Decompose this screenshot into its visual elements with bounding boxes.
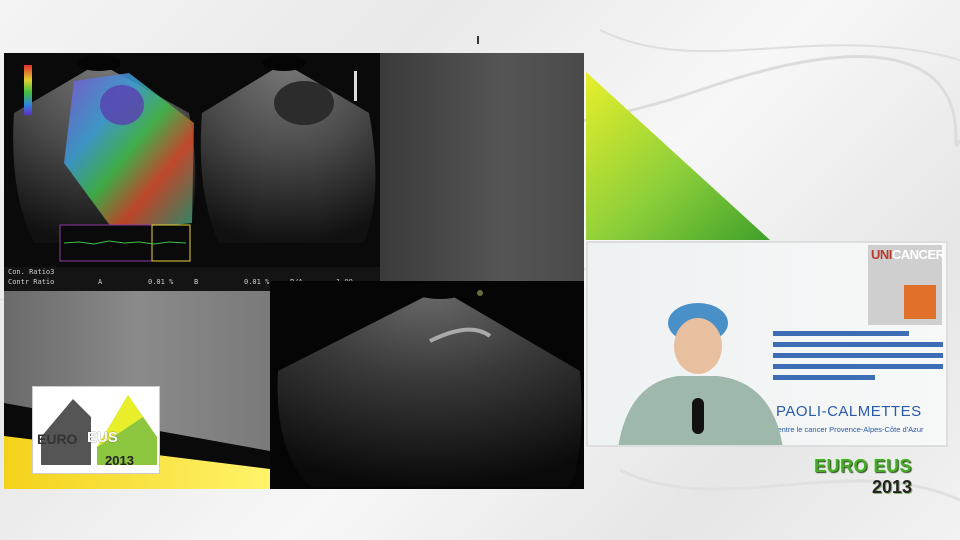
green-triangle-decoration [586, 72, 770, 240]
logo-euro-text: EURO [37, 431, 78, 447]
a-value: 0.01 % [148, 278, 174, 286]
unicancer-logo: UNICANCER [868, 245, 945, 325]
euro-eus-logo: EURO EUS 2013 [32, 386, 160, 474]
logo-year-text: 2013 [105, 453, 134, 468]
contr-ratio-label: Contr Ratio [8, 278, 55, 286]
live-ultrasound-panel [270, 281, 584, 489]
mouse-cursor [477, 36, 479, 44]
unicancer-uni: UNI [871, 247, 892, 262]
elastography-image [13, 55, 376, 262]
elastography-panel [4, 53, 380, 281]
elasticity-scale-bar [24, 65, 32, 115]
unicancer-box-icon [904, 285, 936, 319]
microphone-icon [692, 398, 704, 434]
live-ultrasound-image [277, 281, 582, 486]
brand-title: EURO EUS [813, 456, 912, 476]
brand-year: 2013 [871, 477, 912, 497]
brand-corner: EURO EUS 2013 [814, 456, 912, 498]
speaker-figure [618, 303, 783, 445]
blank-gray-panel [380, 53, 584, 281]
a-label: A [98, 278, 103, 286]
b-label: B [194, 278, 199, 286]
speaker-video: UNICANCER PAOLI-CALMETTES Centre le canc… [586, 241, 948, 447]
unicancer-cancer: CANCER [891, 247, 945, 262]
grayscale-bar [354, 71, 357, 101]
logo-eus-text: EUS [87, 429, 118, 446]
con-ratio-label: Con. Ratio3 [8, 268, 55, 276]
